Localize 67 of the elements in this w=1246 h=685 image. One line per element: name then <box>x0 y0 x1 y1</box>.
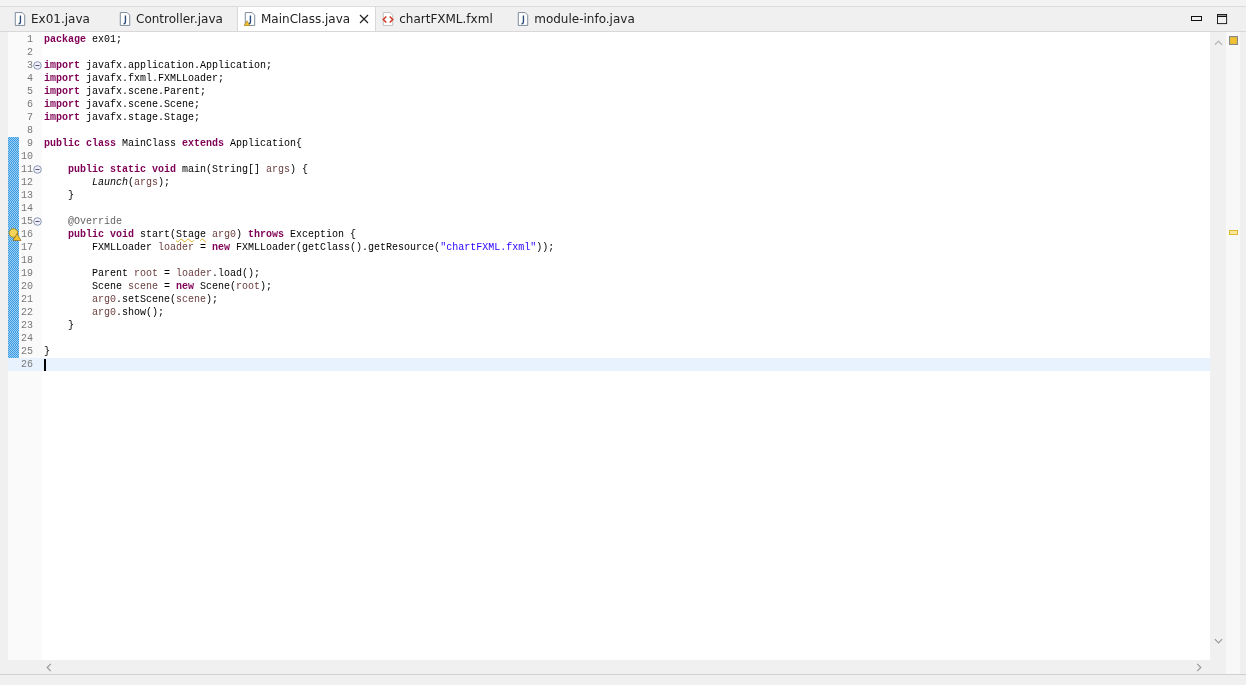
line-number: 16 <box>20 229 33 240</box>
scroll-left-icon[interactable] <box>46 662 52 672</box>
code-line: arg0.show(); <box>91 307 165 318</box>
code-line: public static void main(String[] args) { <box>67 164 309 175</box>
scroll-right-icon[interactable] <box>1196 662 1202 672</box>
code-line: Launch(args); <box>91 177 171 188</box>
editor-tab[interactable]: module-info.java <box>511 7 641 31</box>
editor-tab[interactable]: chartFXML.fxml <box>376 7 512 31</box>
java-file-icon <box>119 12 131 26</box>
code-line: Parent root = loader.load(); <box>91 268 261 279</box>
code-line: import javafx.fxml.FXMLLoader; <box>44 73 225 84</box>
code-line: Scene scene = new Scene(root); <box>91 281 273 292</box>
line-number: 23 <box>20 320 33 331</box>
code-line: public class MainClass extends Application{ <box>44 138 303 149</box>
line-number: 11 <box>20 164 33 175</box>
code-line: arg0.setScene(scene); <box>91 294 219 305</box>
line-number: 7 <box>26 112 33 123</box>
editor-tab[interactable]: MainClass.java <box>237 7 377 31</box>
code-line: } <box>67 320 74 331</box>
line-number: 18 <box>20 255 33 266</box>
warning-marker-icon[interactable] <box>1228 230 1238 235</box>
vertical-scrollbar[interactable] <box>1210 32 1226 674</box>
code-line: import javafx.scene.Parent; <box>44 86 207 97</box>
line-number: 8 <box>26 125 33 136</box>
code-line: } <box>44 346 50 357</box>
collapse-icon[interactable] <box>33 217 42 226</box>
code-line: public void start(Stage arg0) throws Exception { <box>67 229 357 240</box>
code-line: } <box>67 190 74 201</box>
line-number: 26 <box>20 359 33 370</box>
scroll-down-icon[interactable] <box>1213 638 1223 644</box>
line-number: 17 <box>20 242 33 253</box>
code-line: import javafx.stage.Stage; <box>44 112 201 123</box>
warning-summary-icon[interactable] <box>1228 36 1238 45</box>
line-number: 19 <box>20 268 33 279</box>
line-number: 10 <box>20 151 33 162</box>
maximize-icon[interactable] <box>1217 13 1228 25</box>
line-number: 9 <box>26 138 33 149</box>
line-number: 3 <box>26 60 33 71</box>
line-number: 24 <box>20 333 33 344</box>
code-line: import javafx.application.Application; <box>44 60 273 71</box>
code-line: package ex01; <box>44 34 123 45</box>
line-number: 14 <box>20 203 33 214</box>
close-icon[interactable] <box>359 14 370 24</box>
collapse-icon[interactable] <box>33 165 42 174</box>
line-number: 20 <box>20 281 33 292</box>
line-number: 22 <box>20 307 33 318</box>
editor-tab[interactable]: Ex01.java <box>8 7 113 31</box>
java-file-icon <box>14 12 26 26</box>
code-line: @Override <box>67 216 122 227</box>
line-number: 4 <box>26 73 33 84</box>
java-file-icon <box>244 12 256 26</box>
editor-tab[interactable]: Controller.java <box>113 7 237 31</box>
java-file-icon <box>517 12 530 26</box>
line-number: 12 <box>20 177 33 188</box>
collapse-icon[interactable] <box>33 61 42 70</box>
xml-file-icon <box>382 12 395 26</box>
code-line: FXMLLoader loader = new FXMLLoader(getClass().getResource("chartFXML.fxml")); <box>91 242 555 253</box>
line-number: 1 <box>26 34 33 45</box>
code-line: import javafx.scene.Scene; <box>44 99 201 110</box>
line-number: 2 <box>26 47 33 58</box>
line-number: 6 <box>26 99 33 110</box>
line-number: 5 <box>26 86 33 97</box>
minimize-icon[interactable] <box>1191 16 1203 22</box>
line-number: 25 <box>20 346 33 357</box>
line-number: 15 <box>20 216 33 227</box>
line-number: 13 <box>20 190 33 201</box>
line-number: 21 <box>20 294 33 305</box>
